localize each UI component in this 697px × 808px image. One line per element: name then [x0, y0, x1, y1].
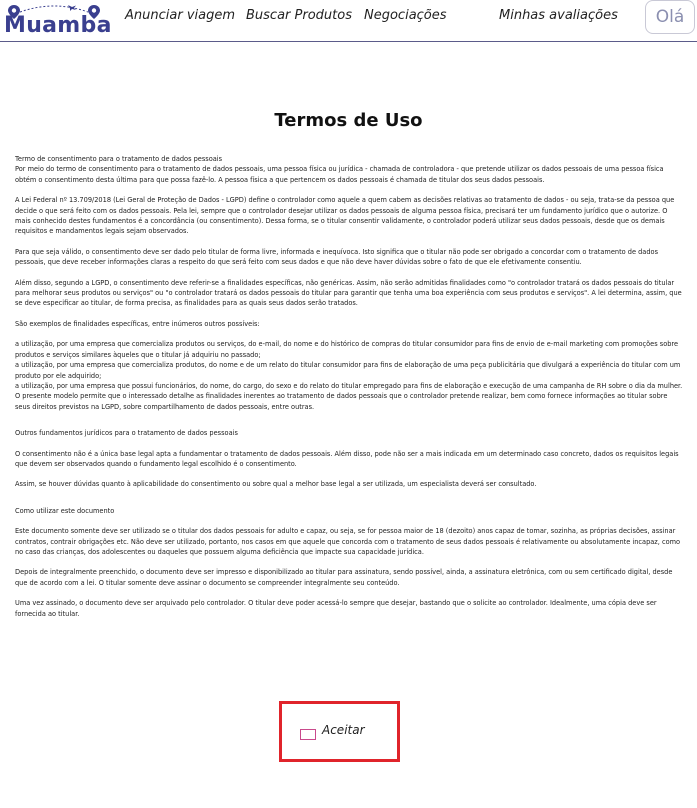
logo-text: Muamba [4, 13, 112, 38]
accept-checkbox[interactable] [300, 729, 316, 740]
terms-paragraph: Assim, se houver dúvidas quanto à aplica… [15, 480, 537, 489]
section-heading: Como utilizar este documento [15, 506, 115, 515]
terms-paragraph: A Lei Federal nº 13.709/2018 (Lei Geral … [15, 196, 675, 236]
accept-label[interactable]: Aceitar [322, 723, 365, 737]
muamba-logo[interactable]: Muamba [4, 4, 111, 38]
terms-paragraph: Uma vez assinado, o documento deve ser a… [15, 599, 657, 618]
section-heading: Termo de consentimento para o tratamento… [15, 155, 223, 163]
terms-list: a utilização, por uma empresa que comerc… [15, 340, 683, 411]
terms-paragraph: São exemplos de finalidades específicas,… [15, 319, 260, 328]
terms-paragraph: Para que seja válido, o consentimento de… [15, 247, 659, 267]
nav-minhas-avaliacoes[interactable]: Minhas avaliações [499, 8, 618, 23]
terms-section: Termo de consentimento para o tratamento… [15, 154, 683, 185]
terms-document: Termo de consentimento para o tratamento… [15, 154, 683, 629]
section-text: Por meio do termo de consentimento para … [15, 165, 664, 184]
terms-paragraph: Este documento somente deve ser utilizad… [15, 527, 681, 556]
terms-paragraph: Além disso, segundo a LGPD, o consentime… [15, 278, 682, 308]
nav-anunciar-viagem[interactable]: Anunciar viagem [125, 8, 235, 23]
nav-negociacoes[interactable]: Negociações [364, 8, 447, 23]
user-greeting-button[interactable]: Olá [645, 0, 695, 34]
terms-paragraph: O consentimento não é a única base legal… [15, 449, 679, 468]
top-nav-bar: Muamba Anunciar viagem Buscar Produtos N… [0, 0, 697, 42]
terms-paragraph: Depois de integralmente preenchido, o do… [15, 568, 673, 587]
page-title: Termos de Uso [274, 110, 423, 132]
nav-buscar-produtos[interactable]: Buscar Produtos [246, 8, 352, 23]
section-heading: Outros fundamentos jurídicos para o trat… [15, 429, 238, 438]
